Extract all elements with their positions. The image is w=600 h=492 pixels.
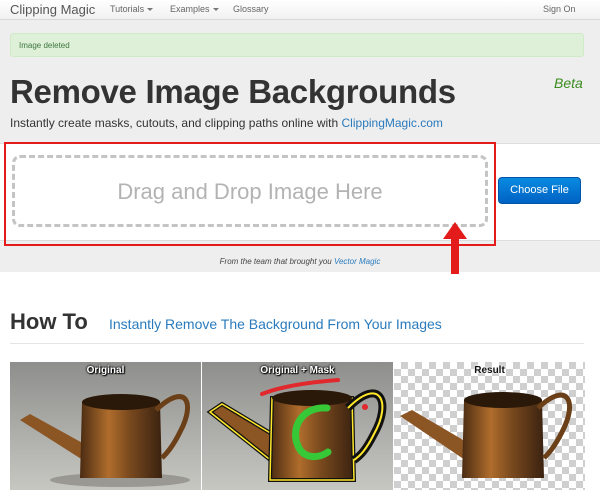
nav-examples-label: Examples xyxy=(170,4,210,14)
section-divider xyxy=(10,343,584,344)
nav-tutorials[interactable]: Tutorials xyxy=(110,4,154,14)
page-subtitle: Instantly create masks, cutouts, and cli… xyxy=(10,116,443,130)
chevron-down-icon xyxy=(212,8,219,12)
drop-zone[interactable]: Drag and Drop Image Here xyxy=(12,155,488,227)
page-title: Remove Image Backgrounds xyxy=(10,73,456,110)
top-navbar: Clipping Magic Tutorials Examples Glossa… xyxy=(0,0,600,20)
nav-tutorials-label: Tutorials xyxy=(110,4,145,14)
subtitle-text: Instantly create masks, cutouts, and cli… xyxy=(10,116,342,130)
howto-subheading: Instantly Remove The Background From You… xyxy=(109,316,442,332)
site-link[interactable]: ClippingMagic.com xyxy=(342,116,443,130)
status-alert: Image deleted xyxy=(10,33,584,57)
nav-examples[interactable]: Examples xyxy=(170,4,219,14)
alert-message: Image deleted xyxy=(19,41,70,50)
chevron-down-icon xyxy=(147,8,154,12)
nav-glossary[interactable]: Glossary xyxy=(233,4,269,14)
howto-heading: How To xyxy=(10,309,88,334)
credit-line: From the team that brought you Vector Ma… xyxy=(0,257,600,266)
demo-label-mask: Original + Mask xyxy=(260,365,335,376)
credit-text: From the team that brought you xyxy=(219,257,334,266)
red-arrow-icon xyxy=(443,222,467,274)
demo-label-original: Original xyxy=(86,365,125,376)
demo-result-image: Result xyxy=(394,362,585,490)
brand-logo[interactable]: Clipping Magic xyxy=(10,2,95,17)
demo-original-image: Original xyxy=(10,362,201,490)
beta-badge: Beta xyxy=(554,75,583,91)
choose-file-button[interactable]: Choose File xyxy=(498,177,581,204)
demo-mask-image: Original + Mask xyxy=(202,362,393,490)
demo-label-result: Result xyxy=(474,365,505,376)
drop-zone-label: Drag and Drop Image Here xyxy=(117,179,383,204)
nav-sign-on[interactable]: Sign On xyxy=(543,4,576,14)
vector-magic-link[interactable]: Vector Magic xyxy=(334,257,380,266)
